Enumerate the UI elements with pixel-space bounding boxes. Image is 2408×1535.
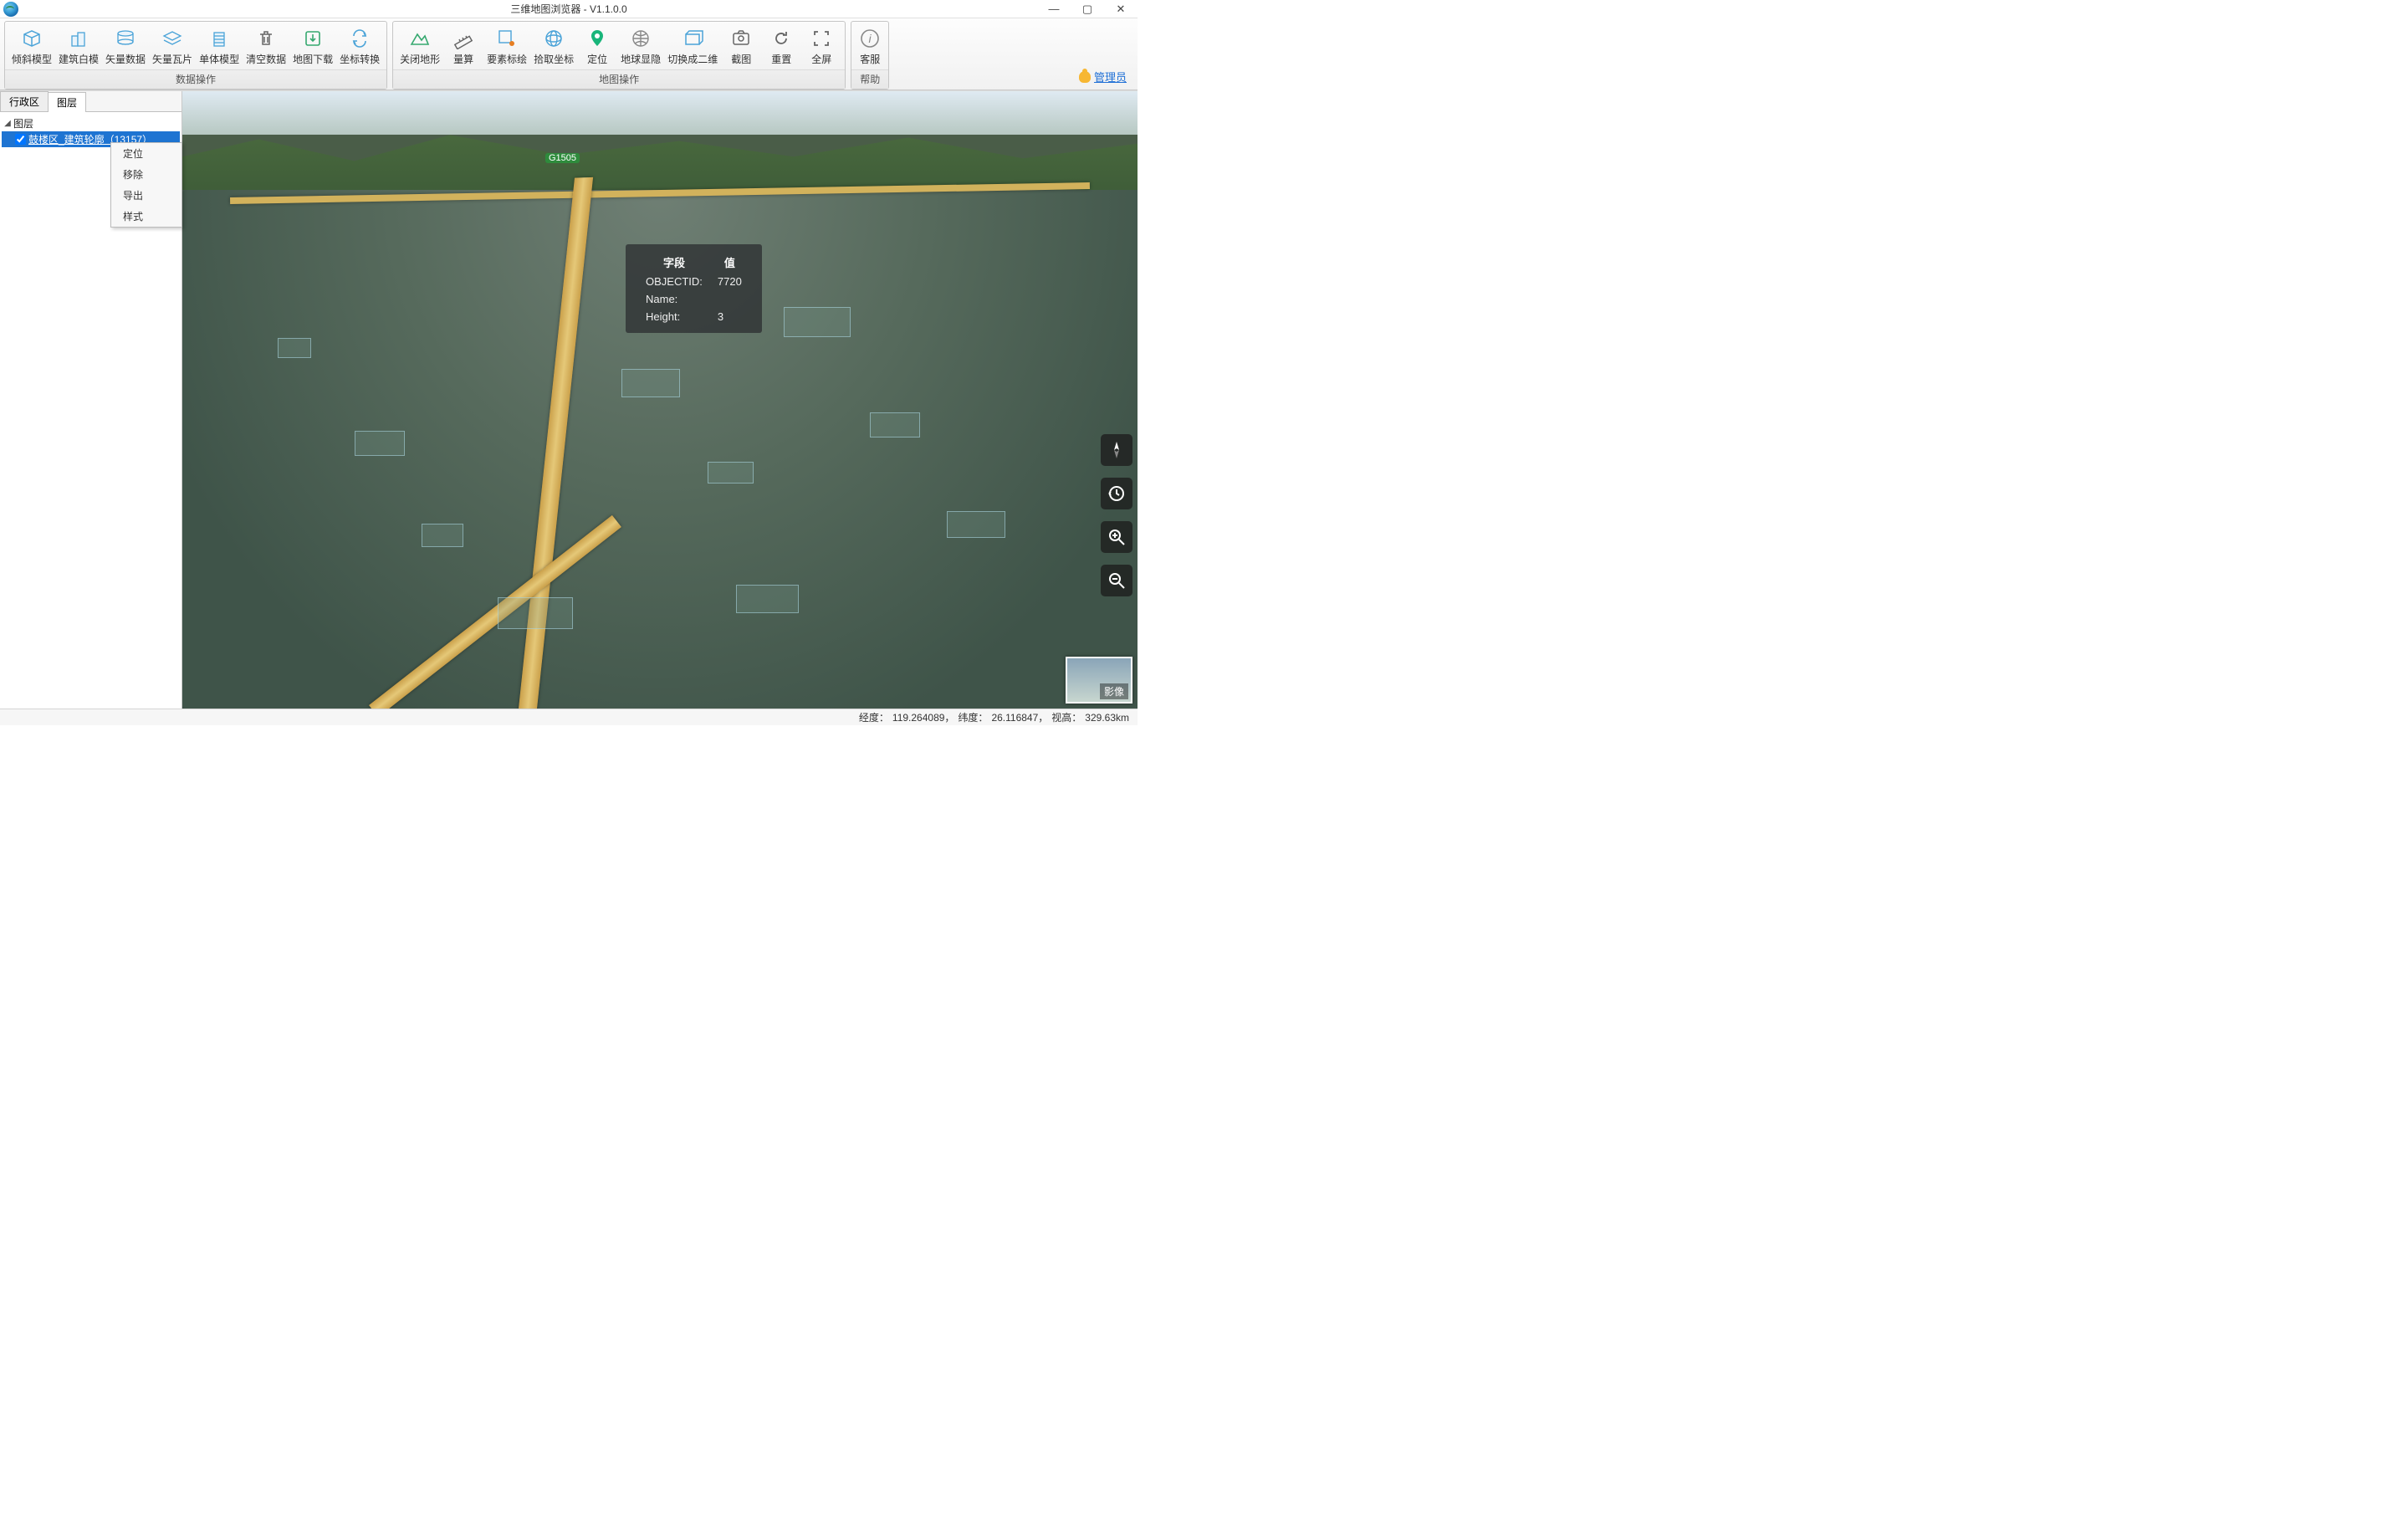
basemap-switcher[interactable]: 影像 [1066, 657, 1132, 704]
pin-icon [585, 27, 609, 50]
tree-root[interactable]: ◢ 图层 [2, 115, 180, 131]
switch-2d-icon [681, 27, 704, 50]
map-viewport[interactable]: G1505 字段值 OBJECTID:7720 Name: Height:3 [182, 91, 1138, 709]
ribbon-group-help: i 客服 帮助 [851, 21, 889, 90]
oblique-model-button[interactable]: 倾斜模型 [8, 25, 55, 68]
reset-icon [769, 27, 793, 50]
ribbon-group-help-title: 帮助 [851, 69, 888, 89]
reset-button[interactable]: 重置 [761, 25, 801, 68]
minimize-button[interactable]: ― [1037, 0, 1071, 18]
support-button[interactable]: i 客服 [855, 25, 885, 68]
status-alt-value: 329.63km [1085, 712, 1129, 724]
annotate-icon [495, 27, 519, 50]
vector-tile-icon [161, 27, 184, 50]
caret-down-icon: ◢ [3, 119, 12, 128]
ctx-locate[interactable]: 定位 [111, 143, 181, 164]
close-button[interactable]: ✕ [1104, 0, 1138, 18]
layer-context-menu: 定位 移除 导出 样式 [110, 142, 182, 228]
map-nav-controls [1101, 434, 1132, 596]
ribbon-group-map-title: 地图操作 [393, 69, 845, 89]
history-button[interactable] [1101, 478, 1132, 509]
status-lat-value: 26.116847， [991, 710, 1048, 724]
ctx-style[interactable]: 样式 [111, 206, 181, 227]
globe-toggle-button[interactable]: 地球显隐 [617, 25, 664, 68]
info-header-value: 值 [711, 253, 749, 272]
white-building-icon [67, 27, 90, 50]
clear-data-button[interactable]: 清空数据 [243, 25, 289, 68]
window-controls: ― ▢ ✕ [1037, 0, 1138, 18]
status-bar: 经度： 119.264089， 纬度： 26.116847， 视高： 329.6… [0, 709, 1138, 725]
info-header-field: 字段 [639, 253, 709, 272]
app-icon [3, 2, 18, 17]
annotate-button[interactable]: 要素标绘 [483, 25, 530, 68]
title-bar: 三维地图浏览器 - V1.1.0.0 ― ▢ ✕ [0, 0, 1138, 18]
zoom-in-button[interactable] [1101, 521, 1132, 553]
close-terrain-button[interactable]: 关闭地形 [396, 25, 443, 68]
trash-icon [254, 27, 278, 50]
map-imagery: G1505 [182, 91, 1138, 709]
status-lon-value: 119.264089， [892, 710, 955, 724]
status-lat-label: 纬度： [958, 710, 988, 724]
vector-data-icon [114, 27, 137, 50]
zoom-out-button[interactable] [1101, 565, 1132, 596]
ribbon-group-data-title: 数据操作 [5, 69, 386, 89]
user-icon [1079, 71, 1091, 83]
tab-district[interactable]: 行政区 [0, 91, 49, 111]
white-building-button[interactable]: 建筑白模 [55, 25, 102, 68]
vector-tile-button[interactable]: 矢量瓦片 [149, 25, 196, 68]
ctx-remove[interactable]: 移除 [111, 164, 181, 185]
ruler-icon [452, 27, 475, 50]
switch-2d-button[interactable]: 切换成二维 [664, 25, 721, 68]
screenshot-button[interactable]: 截图 [721, 25, 761, 68]
road-label: G1505 [545, 153, 580, 163]
screenshot-icon [729, 27, 753, 50]
coord-convert-button[interactable]: 坐标转换 [336, 25, 383, 68]
fullscreen-button[interactable]: 全屏 [801, 25, 841, 68]
oblique-model-icon [20, 27, 43, 50]
globe-icon [629, 27, 652, 50]
tab-layers[interactable]: 图层 [48, 92, 86, 112]
status-lon-label: 经度： [859, 710, 889, 724]
download-icon [301, 27, 325, 50]
locate-button[interactable]: 定位 [577, 25, 617, 68]
layer-checkbox[interactable] [15, 134, 26, 145]
ribbon-toolbar: 倾斜模型 建筑白模 矢量数据 矢量瓦片 单体模型 清空数据 [0, 18, 1138, 90]
ctx-export[interactable]: 导出 [111, 185, 181, 206]
convert-icon [348, 27, 371, 50]
feature-info-popup: 字段值 OBJECTID:7720 Name: Height:3 [626, 244, 762, 333]
fullscreen-icon [810, 27, 833, 50]
sidebar-tabs: 行政区 图层 [0, 91, 181, 112]
main-area: 行政区 图层 ◢ 图层 鼓楼区_建筑轮廓（13157） 定位 移除 导出 样式 [0, 90, 1138, 709]
terrain-icon [408, 27, 432, 50]
map-download-button[interactable]: 地图下载 [289, 25, 336, 68]
pick-coord-button[interactable]: 拾取坐标 [530, 25, 577, 68]
globe-pick-icon [542, 27, 565, 50]
ribbon-group-data: 倾斜模型 建筑白模 矢量数据 矢量瓦片 单体模型 清空数据 [4, 21, 387, 90]
status-alt-label: 视高： [1051, 710, 1081, 724]
svg-text:i: i [869, 32, 872, 45]
maximize-button[interactable]: ▢ [1071, 0, 1104, 18]
info-icon: i [858, 27, 882, 50]
window-title: 三维地图浏览器 - V1.1.0.0 [510, 2, 626, 16]
single-model-icon [207, 27, 231, 50]
ribbon-group-map: 关闭地形 量算 要素标绘 拾取坐标 定位 地球显隐 [392, 21, 846, 90]
compass-button[interactable] [1101, 434, 1132, 466]
measure-button[interactable]: 量算 [443, 25, 483, 68]
admin-link[interactable]: 管理员 [1076, 65, 1133, 90]
single-model-button[interactable]: 单体模型 [196, 25, 243, 68]
vector-data-button[interactable]: 矢量数据 [102, 25, 149, 68]
